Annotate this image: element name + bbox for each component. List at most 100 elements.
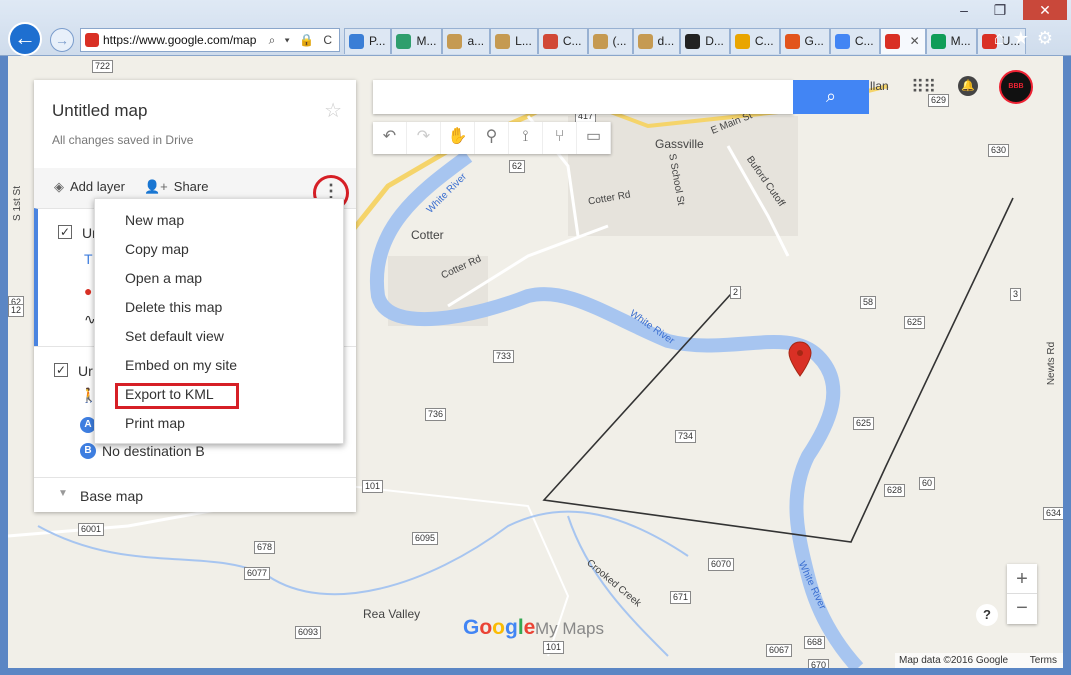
directions-icon[interactable]: ⑂ [543, 122, 577, 154]
minimize-icon[interactable]: – [949, 0, 979, 20]
terms-link[interactable]: Terms [1030, 653, 1057, 668]
close-tab-icon[interactable]: ✕ [910, 34, 920, 48]
browser-tab[interactable]: C... [729, 28, 780, 54]
site-favicon-icon [85, 33, 99, 47]
maximize-icon[interactable]: ❐ [985, 0, 1015, 20]
tab-label: L... [515, 34, 532, 48]
placemark-pin [788, 341, 812, 377]
expand-arrow-icon[interactable]: ▼ [58, 488, 68, 499]
hand-icon[interactable]: ✋ [441, 122, 475, 154]
browser-tab[interactable]: ✕ [879, 28, 926, 54]
place-allan: llan [870, 79, 889, 93]
road-shield: 58 [860, 296, 877, 309]
road-shield: 101 [543, 641, 565, 654]
browser-tab[interactable]: C... [829, 28, 880, 54]
road-shield: 722 [92, 60, 114, 73]
settings-gear-icon[interactable]: ⚙ [1037, 28, 1061, 48]
tab-favicon-icon [396, 34, 412, 49]
tab-favicon-icon [784, 34, 800, 49]
tab-label: M... [416, 34, 437, 48]
no-destination-b[interactable]: No destination B [102, 443, 205, 459]
browser-tab[interactable]: M... [391, 28, 443, 54]
apps-grid-icon[interactable]: ⠿⠿ [911, 77, 936, 98]
url-text: https://www.google.com/map [103, 33, 257, 47]
road-label-newts: Newts Rd [1046, 341, 1058, 386]
save-status: All changes saved in Drive [52, 133, 194, 147]
text-style-icon[interactable]: T [84, 251, 93, 267]
tab-favicon-icon [447, 34, 463, 49]
address-bar[interactable]: https://www.google.com/map ⌕ ▾ 🔒 C [80, 28, 340, 52]
tab-favicon-icon [834, 34, 850, 49]
base-map-row[interactable]: ▼ Base map [34, 477, 356, 512]
redo-icon[interactable]: ↷ [407, 122, 441, 154]
search-input[interactable] [373, 80, 793, 114]
address-controls-icon[interactable]: ⌕ ▾ 🔒 C [269, 29, 335, 51]
zoom-in-button[interactable]: + [1007, 564, 1037, 594]
map-title[interactable]: Untitled map [52, 101, 147, 121]
add-layer-button[interactable]: ◈ Add layer [54, 179, 125, 195]
browser-tab[interactable]: a... [442, 28, 491, 54]
browser-tab[interactable]: L... [490, 28, 538, 54]
layer-1-checkbox[interactable]: ✓ [58, 225, 72, 239]
road-shield: 6001 [78, 523, 105, 536]
layer-2-checkbox[interactable]: ✓ [54, 363, 68, 377]
map-options-menu: New map Copy map Open a map Delete this map… [94, 198, 344, 444]
tab-favicon-icon [349, 34, 364, 49]
road-shield: 671 [670, 591, 692, 604]
road-shield: 6093 [295, 626, 322, 639]
layer-2-name[interactable]: Ur [78, 363, 93, 379]
browser-tab[interactable]: D... [680, 28, 730, 54]
tab-label: G... [804, 34, 824, 48]
google-logo-letter: g [505, 616, 518, 639]
search-button[interactable]: ⌕ [793, 80, 869, 114]
menu-item-print-map[interactable]: Print map [125, 415, 185, 431]
zoom-out-button[interactable]: − [1007, 594, 1037, 624]
home-icon[interactable]: ⌂ [994, 28, 1013, 48]
forward-button[interactable]: → [50, 28, 74, 52]
tab-label: D... [705, 34, 724, 48]
road-shield: 6070 [708, 558, 735, 571]
back-button[interactable]: ← [8, 22, 42, 56]
draw-line-icon[interactable]: ⟟ [509, 122, 543, 154]
layers-icon: ◈ [54, 179, 64, 194]
add-marker-icon[interactable]: ⚲ [475, 122, 509, 154]
browser-tab[interactable]: C... [537, 28, 588, 54]
map-data-text: Map data ©2016 Google [899, 655, 1009, 666]
place-cotter: Cotter [411, 228, 444, 242]
menu-item-copy-map[interactable]: Copy map [125, 241, 189, 257]
browser-tab[interactable]: d... [632, 28, 681, 54]
browser-tab[interactable]: M... [925, 28, 977, 54]
favorites-star-icon[interactable]: ★ [1013, 28, 1037, 48]
road-shield: 2 [730, 286, 742, 299]
menu-item-set-default-view[interactable]: Set default view [125, 328, 224, 344]
browser-tab[interactable]: (... [587, 28, 633, 54]
star-icon[interactable]: ☆ [324, 98, 342, 123]
undo-icon[interactable]: ↶ [373, 122, 407, 154]
base-map-label: Base map [80, 488, 144, 504]
road-shield: 668 [804, 636, 826, 649]
browser-tab[interactable]: P... [344, 28, 392, 54]
marker-icon[interactable]: ● [84, 283, 92, 299]
tab-label: a... [467, 34, 485, 48]
close-window-icon[interactable]: ✕ [1023, 0, 1067, 20]
place-rea-valley: Rea Valley [363, 607, 421, 621]
menu-item-embed-on-my-site[interactable]: Embed on my site [125, 357, 237, 373]
tab-favicon-icon [637, 34, 653, 49]
road-shield: 634 [1043, 507, 1063, 520]
road-shield: 6077 [244, 567, 271, 580]
tab-favicon-icon [734, 34, 750, 49]
browser-tab[interactable]: G... [779, 28, 830, 54]
share-label: Share [173, 179, 209, 194]
share-button[interactable]: 👤+ Share [144, 179, 208, 195]
menu-item-delete-this-map[interactable]: Delete this map [125, 299, 222, 315]
tab-label: P... [369, 34, 386, 48]
menu-item-export-to-kml[interactable]: Export to KML [125, 386, 214, 402]
help-icon[interactable]: ? [976, 604, 998, 626]
tab-favicon-icon [592, 34, 608, 49]
menu-item-open-a-map[interactable]: Open a map [125, 270, 202, 286]
measure-ruler-icon[interactable]: ▭ [577, 122, 611, 154]
google-logo-letter: e [523, 616, 536, 639]
menu-item-new-map[interactable]: New map [125, 212, 184, 228]
notifications-bell-icon[interactable]: 🔔 [958, 76, 978, 96]
avatar[interactable]: BBB [999, 70, 1033, 104]
